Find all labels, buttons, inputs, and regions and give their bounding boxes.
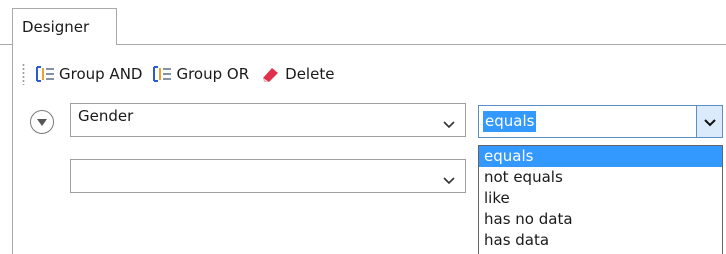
panel-left-border: [12, 44, 13, 254]
group-icon: [35, 65, 55, 83]
field-select-value: Gender: [78, 107, 134, 125]
chevron-down-icon: [443, 115, 455, 133]
condition-expand-toggle[interactable]: [30, 110, 54, 134]
operator-option-has-data[interactable]: has data: [479, 230, 722, 251]
group-or-button[interactable]: Group OR: [152, 65, 249, 83]
delete-label: Delete: [285, 65, 335, 83]
group-and-button[interactable]: Group AND: [35, 65, 142, 83]
delete-button[interactable]: Delete: [259, 65, 334, 83]
operator-dropdown-button[interactable]: [696, 106, 722, 137]
value-select[interactable]: [70, 159, 466, 193]
group-icon: [152, 65, 172, 83]
operator-dropdown-list: equals not equals like has no data has d…: [478, 145, 723, 254]
toolbar-grip[interactable]: [22, 63, 25, 85]
operator-option-not-equals[interactable]: not equals: [479, 167, 722, 188]
group-or-label: Group OR: [176, 65, 250, 83]
group-and-label: Group AND: [59, 65, 143, 83]
operator-option-has-no-data[interactable]: has no data: [479, 209, 722, 230]
field-select[interactable]: Gender: [70, 103, 466, 137]
operator-option-like[interactable]: like: [479, 188, 722, 209]
tab-designer-label: Designer: [22, 18, 90, 36]
operator-option-equals[interactable]: equals: [479, 146, 722, 167]
tab-designer[interactable]: Designer: [12, 8, 117, 45]
toolbar: Group AND Group OR Delete: [22, 60, 344, 88]
operator-select-value: equals: [483, 111, 537, 132]
chevron-down-icon: [36, 113, 48, 131]
chevron-down-icon: [703, 113, 716, 131]
eraser-icon: [259, 65, 281, 83]
operator-select[interactable]: equals: [478, 105, 723, 138]
chevron-down-icon: [443, 171, 455, 189]
